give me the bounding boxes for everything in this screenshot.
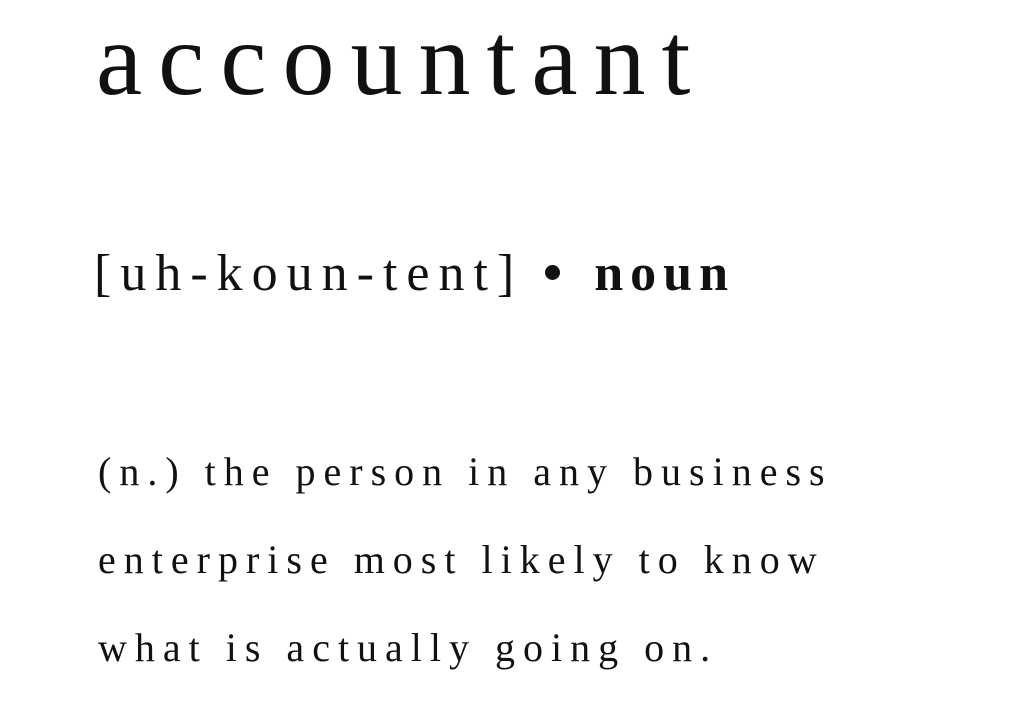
definition-line-2: enterprise most likely to know — [98, 537, 825, 582]
definition-line-1: (n.) the person in any business — [98, 449, 833, 494]
pronunciation-line: [uh-koun-tent] noun — [94, 242, 735, 306]
bullet-separator-icon — [545, 265, 561, 280]
headword: accountant — [96, 2, 707, 117]
definition: (n.) the person in any business enterpri… — [98, 428, 833, 692]
dictionary-card: accountant [uh-koun-tent] noun (n.) the p… — [0, 0, 1026, 720]
definition-line-3: what is actually going on. — [98, 625, 719, 670]
part-of-speech: noun — [594, 245, 736, 302]
pronunciation: [uh-koun-tent] — [94, 245, 524, 302]
